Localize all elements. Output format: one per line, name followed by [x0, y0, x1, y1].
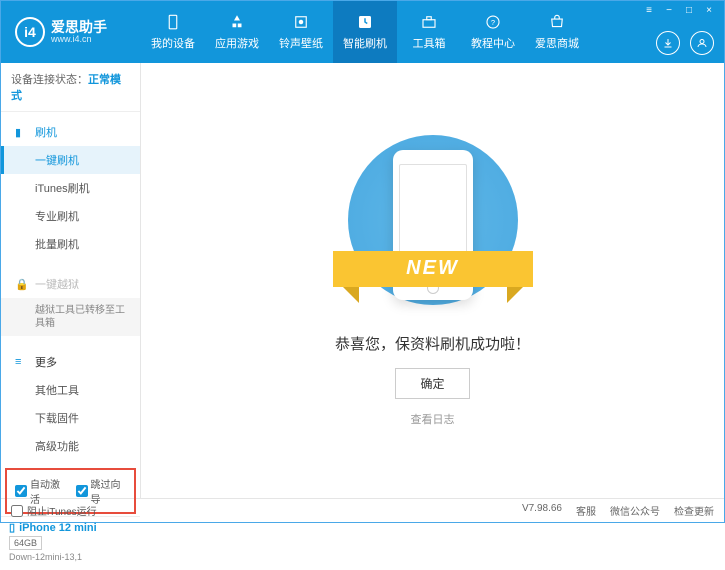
success-illustration: NEW — [333, 135, 533, 315]
minimize-icon[interactable]: − — [662, 5, 676, 17]
shop-icon — [547, 13, 567, 31]
toolbox-icon — [419, 13, 439, 31]
jailbreak-note: 越狱工具已转移至工具箱 — [1, 298, 140, 336]
version-label: V7.98.66 — [522, 503, 562, 518]
device-panel[interactable]: ▯iPhone 12 mini 64GB Down-12mini-13,1 — [1, 516, 140, 570]
view-log-link[interactable]: 查看日志 — [411, 411, 455, 427]
nav-flash[interactable]: 智能刷机 — [333, 1, 397, 63]
footer-link-update[interactable]: 检查更新 — [674, 503, 714, 518]
phone-icon: ▮ — [15, 126, 29, 139]
device-icon — [163, 13, 183, 31]
maximize-icon[interactable]: □ — [682, 5, 696, 17]
help-icon: ? — [483, 13, 503, 31]
skip-guide-checkbox[interactable]: 跳过向导 — [76, 476, 127, 506]
logo: i4 爱思助手 www.i4.cn — [1, 17, 141, 47]
sidebar-jailbreak-header: 🔒一键越狱 — [1, 270, 140, 298]
apps-icon — [227, 13, 247, 31]
auto-activate-checkbox[interactable]: 自动激活 — [15, 476, 66, 506]
close-icon[interactable]: × — [702, 5, 716, 17]
ok-button[interactable]: 确定 — [395, 368, 469, 399]
sidebar-item-advanced[interactable]: 高级功能 — [1, 432, 140, 460]
connection-status: 设备连接状态：正常模式 — [1, 63, 140, 112]
main-content: NEW 恭喜您，保资料刷机成功啦！ 确定 查看日志 — [141, 63, 724, 498]
footer-link-support[interactable]: 客服 — [576, 503, 596, 518]
sidebar-item-oneclick[interactable]: 一键刷机 — [1, 146, 140, 174]
app-title: 爱思助手 — [51, 20, 107, 34]
nav-media[interactable]: 铃声壁纸 — [269, 1, 333, 63]
download-button[interactable] — [656, 31, 680, 55]
sidebar-item-firmware[interactable]: 下载固件 — [1, 404, 140, 432]
device-storage: 64GB — [9, 536, 42, 550]
window-controls: ≡ − □ × — [642, 5, 716, 17]
block-itunes-checkbox[interactable]: 阻止iTunes运行 — [11, 503, 97, 518]
sidebar-item-pro[interactable]: 专业刷机 — [1, 202, 140, 230]
sidebar-flash-header[interactable]: ▮刷机 — [1, 118, 140, 146]
nav-shop[interactable]: 爱思商城 — [525, 1, 589, 63]
success-message: 恭喜您，保资料刷机成功啦！ — [335, 333, 530, 354]
top-nav: 我的设备 应用游戏 铃声壁纸 智能刷机 工具箱 ?教程中心 爱思商城 — [141, 1, 589, 63]
nav-my-device[interactable]: 我的设备 — [141, 1, 205, 63]
device-build: Down-12mini-13,1 — [9, 552, 132, 562]
footer-link-wechat[interactable]: 微信公众号 — [610, 503, 660, 518]
sidebar: 设备连接状态：正常模式 ▮刷机 一键刷机 iTunes刷机 专业刷机 批量刷机 … — [1, 63, 141, 498]
header: i4 爱思助手 www.i4.cn 我的设备 应用游戏 铃声壁纸 智能刷机 工具… — [1, 1, 724, 63]
sidebar-item-itunes[interactable]: iTunes刷机 — [1, 174, 140, 202]
nav-tutorials[interactable]: ?教程中心 — [461, 1, 525, 63]
menu-icon[interactable]: ≡ — [642, 5, 656, 17]
media-icon — [291, 13, 311, 31]
flash-icon — [355, 13, 375, 31]
nav-apps[interactable]: 应用游戏 — [205, 1, 269, 63]
sidebar-more-header[interactable]: ≡更多 — [1, 348, 140, 376]
list-icon: ≡ — [15, 356, 29, 368]
app-url: www.i4.cn — [51, 34, 107, 44]
svg-text:?: ? — [491, 18, 495, 27]
nav-toolbox[interactable]: 工具箱 — [397, 1, 461, 63]
account-button[interactable] — [690, 31, 714, 55]
sidebar-item-batch[interactable]: 批量刷机 — [1, 230, 140, 258]
sidebar-item-other[interactable]: 其他工具 — [1, 376, 140, 404]
logo-icon: i4 — [15, 17, 45, 47]
new-ribbon: NEW — [333, 251, 533, 287]
lock-icon: 🔒 — [15, 278, 29, 291]
